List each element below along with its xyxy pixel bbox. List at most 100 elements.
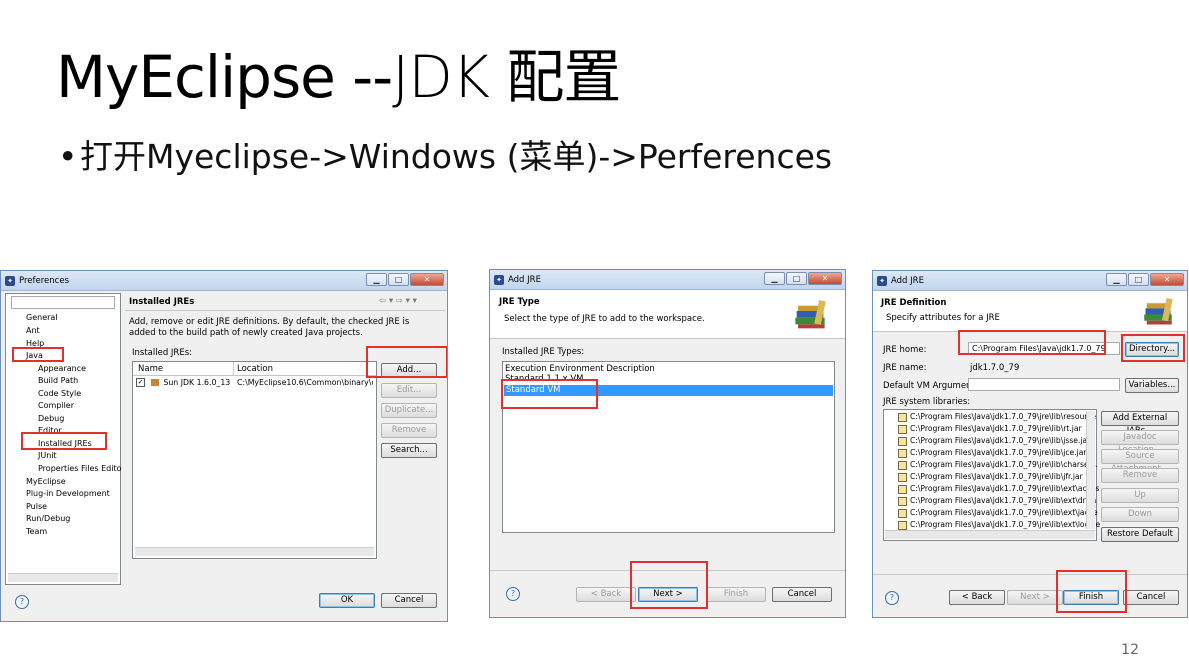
tree-item-code-style[interactable]: Code Style — [38, 389, 81, 398]
table-header: Name Location — [133, 362, 376, 376]
library-item[interactable]: C:\Program Files\Java\jdk1.7.0_79\jre\li… — [898, 472, 1083, 482]
wizard-header: JRE Definition Specify attributes for a … — [873, 291, 1187, 332]
ok-button[interactable]: OK — [319, 593, 375, 608]
search-button[interactable]: Search... — [381, 443, 437, 458]
close-button[interactable]: ✕ — [410, 273, 444, 286]
minimize-button[interactable]: ▁ — [1106, 273, 1127, 286]
add-jre-titlebar: ✦ Add JRE ▁ □ ✕ — [873, 271, 1187, 291]
filter-input[interactable] — [11, 296, 115, 309]
library-item[interactable]: C:\Program Files\Java\jdk1.7.0_79\jre\li… — [898, 508, 1098, 518]
cancel-button[interactable]: Cancel — [1123, 590, 1179, 605]
tree-item-build-path[interactable]: Build Path — [38, 376, 78, 385]
library-item[interactable]: C:\Program Files\Java\jdk1.7.0_79\jre\li… — [898, 448, 1087, 458]
tree-item-team[interactable]: Team — [26, 527, 47, 536]
help-icon[interactable]: ? — [885, 591, 899, 605]
nav-arrows-icon[interactable]: ⇦ ▾ ⇨ ▾ ▾ — [379, 296, 417, 306]
maximize-button[interactable]: □ — [786, 272, 807, 285]
jre-name-input[interactable]: jdk1.7.0_79 — [970, 363, 1019, 373]
tree-item-ant[interactable]: Ant — [26, 326, 40, 335]
minimize-button[interactable]: ▁ — [764, 272, 785, 285]
add-jre-definition-window: ✦ Add JRE ▁ □ ✕ JRE Definition Specify a… — [872, 270, 1188, 618]
highlight-installed-jres — [21, 432, 107, 450]
back-button[interactable]: < Back — [949, 590, 1005, 605]
edit-button[interactable]: Edit... — [381, 383, 437, 398]
highlight-java — [12, 347, 64, 362]
list-item[interactable]: Execution Environment Description — [505, 364, 655, 374]
add-jre-type-window: ✦ Add JRE ▁ □ ✕ JRE Type Select the type… — [489, 269, 846, 618]
tree-hscroll[interactable] — [8, 573, 118, 582]
wizard-header-title: JRE Type — [499, 297, 540, 307]
tree-item-run-debug[interactable]: Run/Debug — [26, 514, 70, 523]
up-button[interactable]: Up — [1101, 488, 1179, 503]
library-item[interactable]: C:\Program Files\Java\jdk1.7.0_79\jre\li… — [898, 520, 1100, 530]
highlight-add — [366, 346, 447, 378]
jar-icon — [898, 496, 907, 506]
jar-icon — [898, 436, 907, 446]
add-jre-title: Add JRE — [508, 274, 541, 285]
restore-default-button[interactable]: Restore Default — [1101, 527, 1179, 542]
app-icon: ✦ — [5, 275, 15, 286]
tree-item-properties-files[interactable]: Properties Files Edito — [38, 464, 121, 473]
cancel-button[interactable]: Cancel — [381, 593, 437, 608]
library-item[interactable]: C:\Program Files\Java\jdk1.7.0_79\jre\li… — [898, 412, 1096, 422]
column-location[interactable]: Location — [237, 364, 273, 374]
vm-args-input[interactable] — [968, 378, 1120, 391]
help-icon[interactable]: ? — [506, 587, 520, 601]
jre-icon — [150, 379, 159, 386]
page-title: Installed JREs — [129, 297, 195, 307]
tree-item-appearance[interactable]: Appearance — [38, 364, 86, 373]
slide-bullet: •打开Myeclipse->Windows (菜单)->Perferences — [58, 137, 833, 176]
libraries-hscroll[interactable] — [885, 530, 1095, 539]
highlight-standard-vm — [501, 379, 598, 409]
tree-item-pulse[interactable]: Pulse — [26, 502, 47, 511]
column-name[interactable]: Name — [138, 364, 163, 374]
javadoc-location-button[interactable]: Javadoc Location... — [1101, 430, 1179, 455]
add-external-jars-button[interactable]: Add External JARs... — [1101, 411, 1179, 436]
source-attachment-button[interactable]: Source Attachment... — [1101, 449, 1179, 474]
duplicate-button[interactable]: Duplicate... — [381, 403, 437, 418]
jar-icon — [898, 508, 907, 518]
tree-item-general[interactable]: General — [26, 313, 58, 322]
cancel-button[interactable]: Cancel — [772, 587, 832, 602]
library-item[interactable]: C:\Program Files\Java\jdk1.7.0_79\jre\li… — [898, 424, 1082, 434]
tree-item-myeclipse[interactable]: MyEclipse — [26, 477, 66, 486]
jre-table: Name Location ✓ Sun JDK 1.6.0_13 C:\MyEc… — [132, 361, 377, 559]
tree-item-junit[interactable]: JUnit — [38, 451, 57, 460]
next-button[interactable]: Next > — [1007, 590, 1063, 605]
table-row[interactable]: ✓ Sun JDK 1.6.0_13 C:\MyEclipse10.6\Comm… — [136, 378, 374, 390]
page-description: Add, remove or edit JRE definitions. By … — [129, 317, 410, 338]
table-hscroll[interactable] — [135, 547, 374, 556]
minimize-button[interactable]: ▁ — [366, 273, 387, 286]
jar-icon — [898, 460, 907, 470]
close-button[interactable]: ✕ — [808, 272, 842, 285]
library-item[interactable]: C:\Program Files\Java\jdk1.7.0_79\jre\li… — [898, 436, 1090, 446]
variables-button[interactable]: Variables... — [1125, 378, 1179, 393]
back-button[interactable]: < Back — [576, 587, 636, 602]
library-books-icon — [1144, 297, 1173, 325]
down-button[interactable]: Down — [1101, 507, 1179, 522]
tree-item-plugin-dev[interactable]: Plug-in Development — [26, 489, 110, 498]
remove-button[interactable]: Remove — [381, 423, 437, 438]
library-item[interactable]: C:\Program Files\Java\jdk1.7.0_79\jre\li… — [898, 484, 1099, 494]
tree-item-debug[interactable]: Debug — [38, 414, 64, 423]
bullet-mark: • — [58, 137, 78, 176]
jre-home-label: JRE home: — [883, 345, 927, 355]
tree-item-compiler[interactable]: Compiler — [38, 401, 74, 410]
finish-button[interactable]: Finish — [706, 587, 766, 602]
app-icon: ✦ — [494, 274, 504, 285]
preferences-titlebar: ✦ Preferences ▁ □ ✕ — [1, 271, 447, 291]
library-item[interactable]: C:\Program Files\Java\jdk1.7.0_79\jre\li… — [898, 496, 1096, 506]
page-number: 12 — [1121, 642, 1139, 658]
close-button[interactable]: ✕ — [1150, 273, 1184, 286]
highlight-finish — [1056, 570, 1127, 613]
row-checkbox[interactable]: ✓ — [136, 378, 145, 387]
help-icon[interactable]: ? — [15, 595, 29, 609]
maximize-button[interactable]: □ — [1128, 273, 1149, 286]
libraries-label: JRE system libraries: — [883, 397, 971, 407]
libraries-vscroll[interactable] — [1086, 411, 1095, 529]
maximize-button[interactable]: □ — [388, 273, 409, 286]
wizard-header-desc: Specify attributes for a JRE — [886, 313, 1000, 323]
remove-button[interactable]: Remove — [1101, 468, 1179, 483]
highlight-directory — [1121, 334, 1185, 362]
library-item[interactable]: C:\Program Files\Java\jdk1.7.0_79\jre\li… — [898, 460, 1098, 470]
